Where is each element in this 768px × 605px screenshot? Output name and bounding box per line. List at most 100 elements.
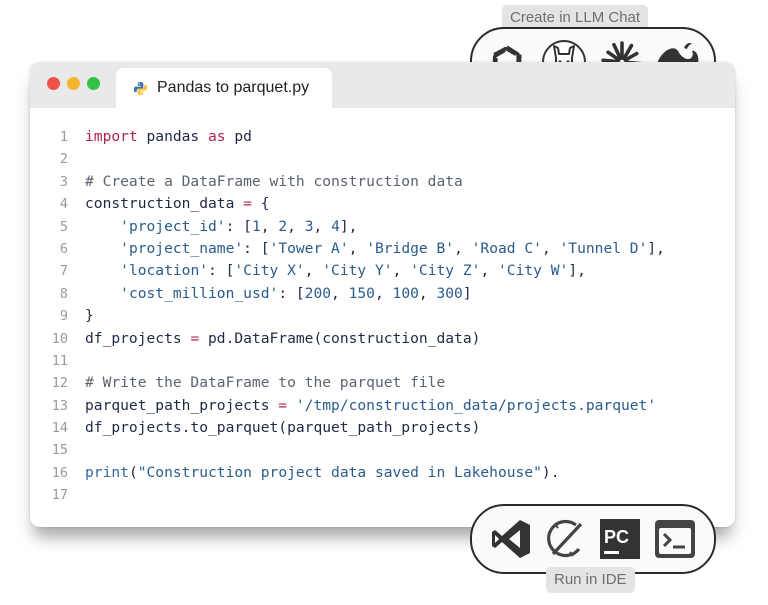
- code-token: =: [278, 396, 288, 414]
- line-number: 5: [59, 218, 68, 235]
- code-token: 'City W': [498, 262, 569, 280]
- code-text: parquet_path_projects = '/tmp/constructi…: [85, 395, 656, 417]
- code-token: as: [208, 128, 226, 145]
- maximize-window-button[interactable]: [87, 77, 100, 90]
- code-token: }: [85, 307, 94, 325]
- code-token: 3: [304, 217, 314, 235]
- line-number: 11: [51, 352, 68, 369]
- code-text: print("Construction project data saved i…: [85, 462, 559, 484]
- code-token: 'project_id': [120, 217, 226, 235]
- code-text: 'location': ['City X', 'City Y', 'City Z…: [85, 260, 586, 282]
- code-text: construction_data = {: [85, 193, 270, 215]
- code-text: # Write the DataFrame to the parquet fil…: [85, 372, 445, 394]
- code-line: 13 parquet_path_projects = '/tmp/construc…: [30, 395, 735, 417]
- code-token: 'City X': [234, 262, 305, 280]
- tab-pandas-to-parquet[interactable]: Pandas to parquet.py: [116, 68, 332, 108]
- code-token: ]: [462, 284, 472, 302]
- vscode-icon[interactable]: [486, 514, 536, 564]
- code-token: pd.DataFrame(construction_data): [199, 329, 481, 347]
- code-token: pandas: [137, 128, 209, 145]
- code-token: ,: [260, 217, 279, 235]
- code-token: ).: [541, 463, 560, 481]
- code-token: ,: [287, 217, 305, 235]
- code-token: 'location': [120, 262, 209, 280]
- line-number: 4: [59, 196, 68, 213]
- line-number: 12: [51, 375, 68, 392]
- code-token: =: [190, 329, 200, 347]
- code-token: : [: [225, 217, 252, 235]
- line-number: 2: [59, 151, 68, 168]
- code-token: pd: [225, 128, 252, 145]
- code-token: ,: [392, 262, 411, 280]
- ide-toolbar: PC: [470, 504, 716, 574]
- code-token: ,: [418, 284, 437, 302]
- code-token: ,: [541, 239, 560, 257]
- code-token: '/tmp/construction_data/projects.parquet…: [295, 396, 657, 414]
- code-token: import: [85, 128, 138, 145]
- code-token: =: [243, 195, 252, 213]
- code-token: : [: [278, 284, 305, 302]
- minimize-window-button[interactable]: [67, 77, 80, 90]
- run-in-ide-label: Run in IDE: [546, 567, 635, 593]
- code-token: (: [128, 463, 138, 481]
- code-text: 'project_id': [1, 2, 3, 4],: [85, 216, 357, 238]
- code-token: : [: [208, 262, 235, 280]
- line-number: 15: [51, 442, 68, 459]
- code-line: 12 # Write the DataFrame to the parquet f…: [30, 372, 735, 394]
- code-token: 'Bridge B': [366, 239, 455, 257]
- code-line: 8 'cost_million_usd': [200, 150, 100, 30…: [30, 283, 735, 305]
- code-token: print: [85, 463, 129, 481]
- code-text: 'cost_million_usd': [200, 150, 100, 300]: [85, 283, 472, 305]
- code-token: # Write the DataFrame to the parquet fil…: [85, 374, 446, 392]
- code-line: 14 df_projects.to_parquet(parquet_path_pr…: [30, 417, 735, 439]
- code-token: ],: [647, 239, 665, 257]
- eclipse-icon[interactable]: [541, 514, 591, 564]
- code-token: 'Road C': [471, 239, 542, 257]
- line-number: 1: [59, 129, 68, 145]
- line-number: 17: [51, 487, 68, 504]
- code-token: {: [251, 195, 270, 213]
- code-text: # Create a DataFrame with construction d…: [85, 171, 463, 193]
- code-token: ,: [480, 262, 499, 280]
- code-token: : [: [243, 239, 270, 257]
- pycharm-icon[interactable]: PC: [595, 514, 645, 564]
- line-number: 9: [59, 308, 68, 325]
- code-line: 4 construction_data = {: [30, 193, 735, 215]
- code-token: df_projects.to_parquet(parquet_path_proj…: [85, 419, 481, 437]
- code-token: 'Tower A': [269, 239, 349, 257]
- line-number: 6: [59, 240, 68, 257]
- line-number: 3: [59, 173, 68, 190]
- python-file-icon: [133, 81, 148, 96]
- code-token: 'project_name': [120, 239, 244, 257]
- code-text: df_projects.to_parquet(parquet_path_proj…: [85, 417, 480, 439]
- code-line: 7 'location': ['City X', 'City Y', 'City…: [30, 260, 735, 282]
- code-token: parquet_path_projects: [85, 396, 279, 414]
- code-token: 'City Y': [322, 262, 393, 280]
- terminal-icon[interactable]: [650, 514, 700, 564]
- code-token: ,: [304, 262, 323, 280]
- code-text: import pandas as pd: [85, 126, 252, 148]
- code-token: ,: [348, 239, 367, 257]
- line-number: 7: [59, 263, 68, 280]
- line-number: 13: [51, 397, 68, 414]
- code-area[interactable]: 1 import pandas as pd 2 3 # Create a DataFra…: [30, 126, 735, 507]
- code-token: ,: [374, 284, 393, 302]
- code-token: ],: [568, 262, 586, 280]
- code-token: 100: [392, 284, 419, 302]
- code-line: 5 'project_id': [1, 2, 3, 4],: [30, 216, 735, 238]
- code-line: 10 df_projects = pd.DataFrame(constructio…: [30, 328, 735, 350]
- close-window-button[interactable]: [47, 77, 60, 90]
- code-token: ,: [454, 239, 472, 257]
- line-number: 14: [51, 420, 68, 437]
- code-line: 15: [30, 439, 735, 461]
- code-line: 6 'project_name': ['Tower A', 'Bridge B'…: [30, 238, 735, 260]
- tab-title: Pandas to parquet.py: [157, 79, 310, 96]
- code-text: }: [85, 305, 94, 327]
- code-line: 16 print("Construction project data saved…: [30, 462, 735, 484]
- code-line: 1 import pandas as pd: [30, 126, 735, 148]
- code-token: 'City Z': [410, 262, 481, 280]
